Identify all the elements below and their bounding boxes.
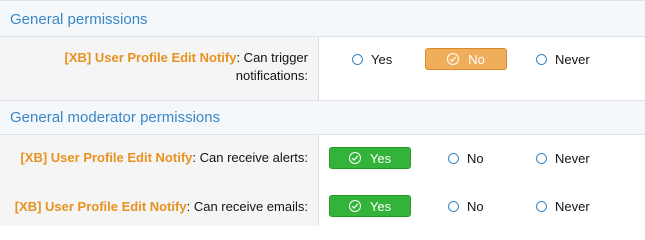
option-no[interactable]: No [448,195,484,217]
check-circle-icon [348,200,361,212]
option-label: Never [555,51,590,67]
radio-empty-icon[interactable] [536,200,547,212]
option-label: No [467,150,484,166]
radio-empty-icon[interactable] [352,53,363,65]
permission-text: : Can trigger [236,50,308,65]
row-label: [XB] User Profile Edit Notify: Can recei… [20,149,308,167]
option-label: Never [555,198,590,214]
permission-row-receive-alerts: [XB] User Profile Edit Notify: Can recei… [0,135,645,181]
option-label: Never [555,150,590,166]
radio-empty-icon[interactable] [448,200,459,212]
section-title: General moderator permissions [10,109,221,126]
option-never[interactable]: Never [536,147,590,169]
addon-name: [XB] User Profile Edit Notify [20,150,193,165]
option-label: Yes [369,198,392,214]
option-yes[interactable]: Yes [352,48,392,70]
option-yes-selected[interactable]: Yes [329,195,411,217]
permission-row-receive-emails: [XB] User Profile Edit Notify: Can recei… [0,181,645,226]
permission-row-trigger-notifications: [XB] User Profile Edit Notify: Can trigg… [0,37,645,100]
radio-empty-icon[interactable] [536,152,547,164]
option-never[interactable]: Never [536,195,590,217]
option-label: No [468,51,485,67]
row-label-cell: [XB] User Profile Edit Notify: Can recei… [0,181,319,226]
option-never[interactable]: Never [536,48,590,70]
addon-name: [XB] User Profile Edit Notify [64,50,237,65]
check-circle-icon [348,152,361,164]
check-circle-icon [447,53,460,65]
option-no-selected[interactable]: No [425,48,507,70]
radio-empty-icon[interactable] [536,53,547,65]
section-header-general-moderator-permissions: General moderator permissions [0,100,645,135]
row-label: [XB] User Profile Edit Notify: Can recei… [15,198,308,216]
option-no[interactable]: No [448,147,484,169]
row-label: [XB] User Profile Edit Notify: Can trigg… [65,49,308,85]
radio-empty-icon[interactable] [448,152,459,164]
row-label-cell: [XB] User Profile Edit Notify: Can recei… [0,135,319,181]
option-label: No [467,198,484,214]
permission-text: : Can receive alerts: [192,150,308,165]
option-label: Yes [369,150,392,166]
option-yes-selected[interactable]: Yes [329,147,411,169]
permission-text: : Can receive emails: [186,199,308,214]
section-title: General permissions [10,11,148,28]
addon-name: [XB] User Profile Edit Notify [14,199,187,214]
section-header-general-permissions: General permissions [0,0,645,37]
option-label: Yes [371,51,393,67]
row-label-cell: [XB] User Profile Edit Notify: Can trigg… [0,37,319,100]
permission-text-line2: notifications: [235,68,308,83]
